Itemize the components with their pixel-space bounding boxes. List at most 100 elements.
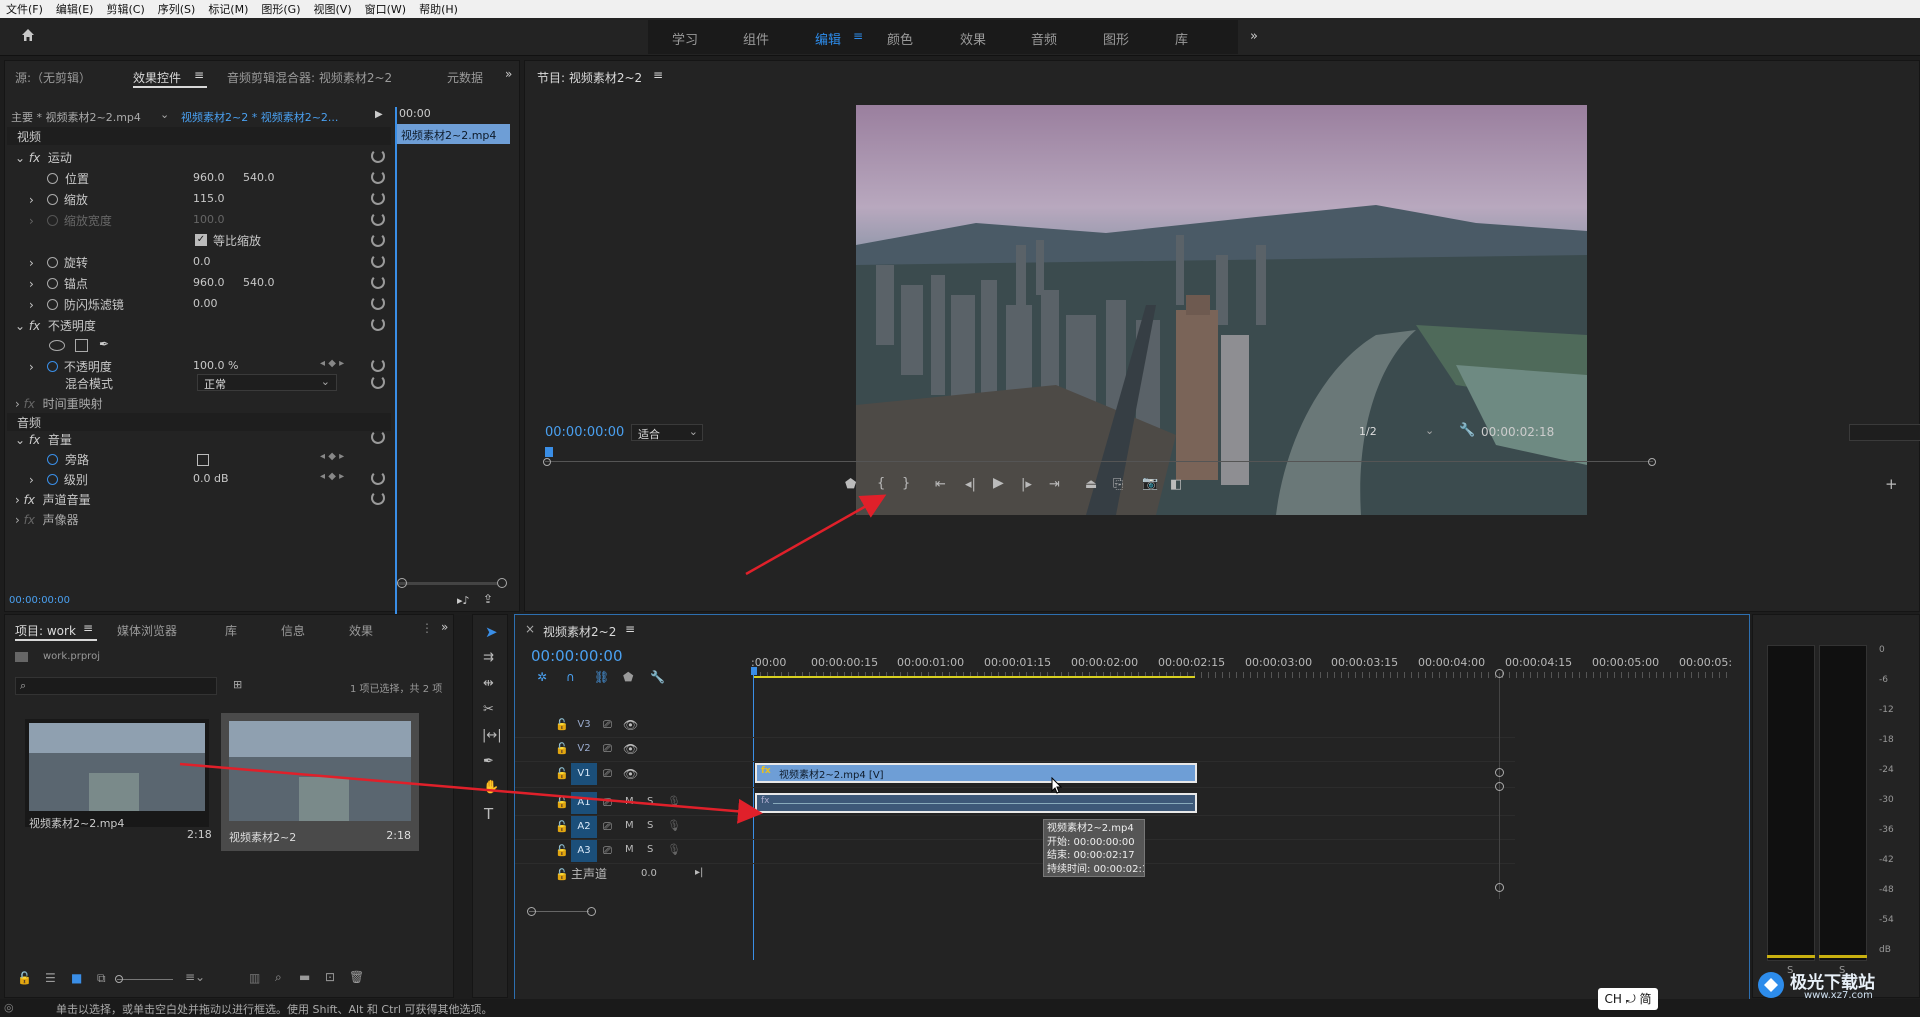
freeform-view-icon[interactable]: ⧉ bbox=[97, 971, 106, 986]
more-tabs-icon[interactable]: » bbox=[441, 620, 448, 634]
lock-icon[interactable]: 🔓 bbox=[555, 768, 569, 779]
mute-button[interactable]: M bbox=[625, 797, 634, 807]
step-forward-icon[interactable]: |▸ bbox=[1021, 478, 1032, 491]
workspace-learn[interactable]: 学习 bbox=[672, 29, 698, 48]
lock-icon[interactable]: 🔓 bbox=[17, 971, 32, 985]
microphone-icon[interactable]: 🎙 bbox=[667, 796, 681, 807]
tab-project[interactable]: 项目: work bbox=[15, 622, 76, 639]
solo-button[interactable]: S bbox=[647, 821, 653, 831]
track-select-icon[interactable]: ⇉ bbox=[483, 651, 494, 664]
scrub-end-handle[interactable] bbox=[1648, 458, 1656, 466]
add-marker-icon[interactable]: ⬟ bbox=[623, 670, 633, 684]
pen-mask-icon[interactable]: ✒ bbox=[99, 337, 109, 355]
list-view-icon[interactable]: ☰ bbox=[45, 971, 56, 985]
chevron-down-icon[interactable]: ⌄ bbox=[160, 108, 169, 121]
tab-effect-controls[interactable]: 效果控件 bbox=[133, 69, 181, 86]
reset-icon[interactable] bbox=[371, 296, 385, 310]
tab-audio-clip-mixer[interactable]: 音频剪辑混合器: 视频素材2~2 bbox=[227, 69, 392, 86]
tab-effects[interactable]: 效果 bbox=[349, 622, 373, 639]
track-label[interactable]: A1 bbox=[571, 792, 597, 814]
reset-icon[interactable] bbox=[371, 317, 385, 331]
microphone-icon[interactable]: 🎙 bbox=[667, 820, 681, 831]
workspace-libraries[interactable]: 库 bbox=[1175, 29, 1188, 48]
sort-icon[interactable]: ≡⌄ bbox=[185, 970, 205, 984]
new-bin-from-search-icon[interactable]: ⊞ bbox=[233, 678, 242, 691]
hand-tool-icon[interactable]: ✋ bbox=[483, 781, 499, 794]
ellipse-mask-icon[interactable] bbox=[49, 340, 65, 351]
microphone-icon[interactable]: 🎙 bbox=[667, 844, 681, 855]
solo-button[interactable]: S bbox=[647, 845, 653, 855]
timeline-timecode[interactable]: 00:00:00:00 bbox=[531, 647, 623, 665]
keyframe-nav-icon[interactable]: ◂ ◆ ▸ bbox=[320, 451, 344, 469]
reset-icon[interactable] bbox=[371, 254, 385, 268]
reset-icon[interactable] bbox=[371, 170, 385, 184]
lift-icon[interactable]: ⏏ bbox=[1085, 478, 1097, 491]
tab-libraries[interactable]: 库 bbox=[225, 622, 237, 639]
sync-lock-icon[interactable]: ⎚ bbox=[603, 797, 612, 808]
find-icon[interactable]: ⌕ bbox=[275, 970, 282, 985]
opacity-group-row[interactable]: ⌄ fx 不透明度 bbox=[15, 317, 96, 335]
rotation-value[interactable]: 0.0 bbox=[193, 255, 211, 273]
lock-icon[interactable]: 🔓 bbox=[555, 743, 569, 754]
type-tool-icon[interactable]: T bbox=[484, 807, 493, 822]
pen-tool-icon[interactable]: ✒ bbox=[483, 755, 494, 768]
razor-icon[interactable]: ✂ bbox=[483, 703, 494, 716]
sync-lock-icon[interactable]: ⎚ bbox=[603, 719, 612, 730]
reset-icon[interactable] bbox=[371, 375, 385, 389]
scroll-handle[interactable] bbox=[587, 907, 596, 916]
project-item[interactable]: 视频素材2~2.mp4 bbox=[25, 719, 209, 830]
fit-select[interactable]: 适合 ⌄ bbox=[631, 424, 703, 441]
add-button-icon[interactable]: + bbox=[1885, 477, 1898, 492]
add-marker-icon[interactable]: ⬟ bbox=[845, 478, 856, 491]
effect-controls-timecode[interactable]: 00:00:00:00 bbox=[9, 595, 70, 606]
reset-icon[interactable] bbox=[371, 191, 385, 205]
mini-scrollbar[interactable] bbox=[397, 582, 497, 585]
snap-icon[interactable]: ∩ bbox=[566, 670, 575, 684]
reset-icon[interactable] bbox=[371, 358, 385, 372]
playhead-handle[interactable] bbox=[751, 667, 757, 675]
reset-icon[interactable] bbox=[371, 212, 385, 226]
linked-selection-icon[interactable]: ⛓ bbox=[594, 670, 609, 684]
rectangle-mask-icon[interactable] bbox=[75, 339, 88, 352]
sync-lock-icon[interactable]: ⎚ bbox=[603, 845, 612, 856]
go-to-in-icon[interactable]: ⇤ bbox=[935, 478, 946, 491]
workspace-audio[interactable]: 音频 bbox=[1031, 29, 1057, 48]
playhead-marker[interactable] bbox=[545, 447, 553, 457]
stopwatch-icon[interactable] bbox=[47, 257, 58, 268]
filter-audio-icon[interactable]: ▸♪ bbox=[457, 594, 470, 607]
project-item-selected[interactable]: 视频素材2~2 2:18 bbox=[221, 713, 419, 851]
tab-info[interactable]: 信息 bbox=[281, 622, 305, 639]
workspace-graphics[interactable]: 图形 bbox=[1103, 29, 1129, 48]
menu-file[interactable]: 文件(F) bbox=[6, 1, 43, 17]
lock-icon[interactable]: 🔓 bbox=[555, 821, 569, 832]
track-label[interactable]: A2 bbox=[571, 816, 597, 838]
workspace-menu-icon[interactable]: ≡ bbox=[853, 29, 863, 43]
uniform-scale-checkbox[interactable]: ✓ bbox=[195, 234, 207, 246]
video-preview[interactable] bbox=[856, 105, 1587, 515]
work-area-bar[interactable] bbox=[753, 676, 1195, 678]
lock-icon[interactable]: 🔓 bbox=[555, 869, 569, 880]
blend-mode-select[interactable]: 正常 ⌄ bbox=[197, 374, 337, 391]
slip-icon[interactable]: |↔| bbox=[482, 729, 502, 742]
lock-icon[interactable]: 🔓 bbox=[555, 797, 569, 808]
sync-lock-icon[interactable]: ⎚ bbox=[603, 821, 612, 832]
reset-icon[interactable] bbox=[371, 430, 385, 444]
menu-help[interactable]: 帮助(H) bbox=[419, 1, 458, 17]
sequence-tab[interactable]: 视频素材2~2 bbox=[543, 623, 616, 640]
go-to-out-icon[interactable]: ⇥ bbox=[1049, 478, 1060, 491]
keyframe-nav-icon[interactable]: ◂ ◆ ▸ bbox=[320, 471, 344, 489]
menu-clip[interactable]: 剪辑(C) bbox=[106, 1, 144, 17]
mark-in-icon[interactable]: { bbox=[877, 477, 885, 490]
automate-to-sequence-icon[interactable]: ▥ bbox=[249, 971, 260, 985]
resolution-select[interactable] bbox=[1849, 424, 1920, 441]
sequence-clip-label[interactable]: 视频素材2~2 * 视频素材2~2... bbox=[181, 109, 338, 125]
menu-graphics[interactable]: 图形(G) bbox=[261, 1, 300, 17]
audio-clip[interactable]: fx bbox=[755, 793, 1197, 813]
stopwatch-icon[interactable] bbox=[47, 173, 58, 184]
mark-out-icon[interactable]: } bbox=[902, 477, 910, 490]
level-value[interactable]: 0.0 dB bbox=[193, 472, 229, 490]
eye-icon[interactable]: 👁 bbox=[623, 719, 638, 731]
stopwatch-icon[interactable] bbox=[47, 361, 58, 372]
solo-button[interactable]: S bbox=[647, 797, 653, 807]
zoom-slider[interactable] bbox=[117, 979, 173, 980]
